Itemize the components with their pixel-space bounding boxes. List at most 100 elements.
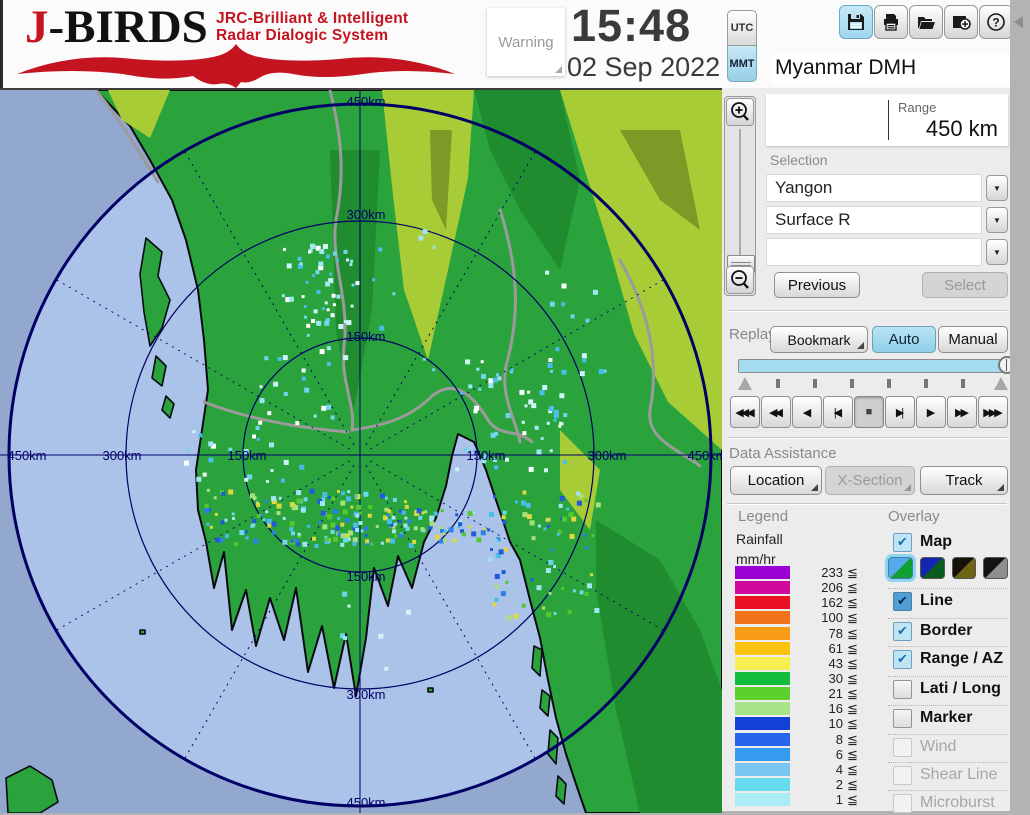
eagle-logo-icon (11, 42, 471, 88)
lati-long-checkbox[interactable]: ✔ (893, 680, 912, 699)
open-folder-icon (916, 12, 936, 32)
svg-text:?: ? (992, 16, 999, 30)
collapse-panel-icon[interactable] (1014, 16, 1023, 28)
overlay-item-line[interactable]: ✔ Line (888, 588, 1008, 613)
option-dropdown: ▼ (766, 238, 1008, 266)
overlay-item-lati-long[interactable]: ✔ Lati / Long (888, 676, 1008, 701)
rewind-fast-button[interactable]: ◀◀◀ (730, 396, 760, 428)
legend-scale: 233≦206≦162≦100≦78≦61≦43≦30≦21≦16≦10≦8≦6… (735, 566, 875, 808)
print-button[interactable] (874, 5, 908, 39)
select-button[interactable]: Select (922, 272, 1008, 298)
overlay-item-label: Range / AZ (920, 650, 1003, 668)
station-title: Myanmar DMH (771, 54, 1011, 84)
chevron-down-icon[interactable]: ▼ (986, 207, 1008, 233)
map-style-olive-button[interactable] (952, 557, 977, 579)
legend-value: 21 (795, 686, 843, 701)
zoom-out-button[interactable] (726, 266, 754, 294)
legend-color-swatch (735, 581, 790, 594)
map-style-terrain-button[interactable] (888, 557, 913, 579)
shear-line-checkbox[interactable]: ✔ (893, 766, 912, 785)
open-folder-button[interactable] (909, 5, 943, 39)
wind-checkbox[interactable]: ✔ (893, 738, 912, 757)
slider-start-marker[interactable] (738, 377, 752, 390)
legend-color-swatch (735, 657, 790, 670)
legend-operator: ≦ (847, 792, 858, 808)
control-panel: Range 450 km Selection Yangon ▼ Surface … (722, 88, 1010, 811)
previous-button[interactable]: Previous (774, 272, 860, 298)
add-image-button[interactable] (944, 5, 978, 39)
map-style-gray-button[interactable] (983, 557, 1008, 579)
map-style-selector (888, 557, 1008, 585)
save-button[interactable] (839, 5, 873, 39)
svg-text:300km: 300km (346, 687, 385, 702)
overlay-item-microburst[interactable]: ✔ Microburst (888, 790, 1008, 815)
chevron-down-icon[interactable]: ▼ (986, 239, 1008, 265)
step-back-button[interactable]: |◀ (823, 396, 853, 428)
overlay-item-wind[interactable]: ✔ Wind (888, 734, 1008, 759)
warning-indicator[interactable]: Warning (487, 8, 565, 76)
header: J-BIRDS JRC-Brilliant & Intelligent Rada… (0, 0, 1010, 88)
radar-map[interactable]: 450km 300km 150km 150km 300km 450km 450k… (0, 88, 722, 813)
x-section-button[interactable]: X-Section (825, 466, 915, 495)
microburst-checkbox[interactable]: ✔ (893, 794, 912, 813)
legend-operator: ≦ (847, 762, 858, 778)
step-forward-button[interactable]: ▶| (885, 396, 915, 428)
play-button[interactable]: ▶ (916, 396, 946, 428)
overlay-item-label: Marker (920, 709, 972, 727)
overlay-item-border[interactable]: ✔ Border (888, 618, 1008, 643)
separator (727, 503, 1007, 504)
legend-color-swatch (735, 717, 790, 730)
product-dropdown-value[interactable]: Surface R (766, 206, 982, 234)
range-az-checkbox[interactable]: ✔ (893, 650, 912, 669)
legend-value: 1 (795, 792, 843, 807)
track-button[interactable]: Track (920, 466, 1008, 495)
zoom-slider-track[interactable] (739, 129, 741, 255)
replay-slider[interactable] (738, 359, 1008, 373)
overlay-label: Overlay (888, 508, 940, 525)
range-divider (888, 100, 889, 140)
stop-button[interactable]: ■ (854, 396, 884, 428)
menu-corner-indicator (997, 484, 1004, 491)
chevron-down-icon[interactable]: ▼ (986, 175, 1008, 201)
line-checkbox[interactable]: ✔ (893, 592, 912, 611)
legend-value: 4 (795, 762, 843, 777)
station-dropdown-value[interactable]: Yangon (766, 174, 982, 202)
bookmark-button[interactable]: Bookmark (770, 326, 868, 353)
location-button[interactable]: Location (730, 466, 822, 495)
play-reverse-button[interactable]: ◀ (792, 396, 822, 428)
map-checkbox[interactable]: ✔ (893, 533, 912, 552)
legend-operator: ≦ (847, 656, 858, 672)
legend-operator: ≦ (847, 686, 858, 702)
rewind-button[interactable]: ◀◀ (761, 396, 791, 428)
forward-fast-button[interactable]: ▶▶▶ (978, 396, 1008, 428)
marker-checkbox[interactable]: ✔ (893, 709, 912, 728)
zoom-in-button[interactable] (726, 98, 754, 126)
mmt-button[interactable]: MMT (727, 46, 757, 82)
legend-operator: ≦ (847, 777, 858, 793)
legend-operator: ≦ (847, 626, 858, 642)
legend-color-swatch (735, 763, 790, 776)
legend-color-swatch (735, 733, 790, 746)
station-dropdown: Yangon ▼ (766, 174, 1008, 202)
legend-level-row: 1≦ (735, 793, 875, 808)
auto-button[interactable]: Auto (872, 326, 936, 353)
overlay-item-marker[interactable]: ✔ Marker (888, 705, 1008, 730)
help-button[interactable]: ? (979, 5, 1013, 39)
utc-button[interactable]: UTC (727, 10, 757, 46)
forward-button[interactable]: ▶▶ (947, 396, 977, 428)
manual-button[interactable]: Manual (938, 326, 1008, 353)
clock-time: 15:48 (571, 0, 691, 52)
overlay-item-label: Lati / Long (920, 680, 1001, 698)
slider-end-marker[interactable] (994, 377, 1008, 390)
map-style-dark-button[interactable] (920, 557, 945, 579)
svg-text:300km: 300km (346, 207, 385, 222)
overlay-item-range-az[interactable]: ✔ Range / AZ (888, 646, 1008, 671)
legend-value: 6 (795, 747, 843, 762)
legend-level-row: 43≦ (735, 657, 875, 672)
border-checkbox[interactable]: ✔ (893, 622, 912, 641)
option-dropdown-value[interactable] (766, 238, 982, 266)
overlay-item-shear-line[interactable]: ✔ Shear Line (888, 762, 1008, 787)
overlay-item-map[interactable]: ✔ Map (888, 530, 1008, 554)
logo-subtitle-line1: JRC-Brilliant & Intelligent (216, 10, 408, 27)
legend-color-swatch (735, 748, 790, 761)
